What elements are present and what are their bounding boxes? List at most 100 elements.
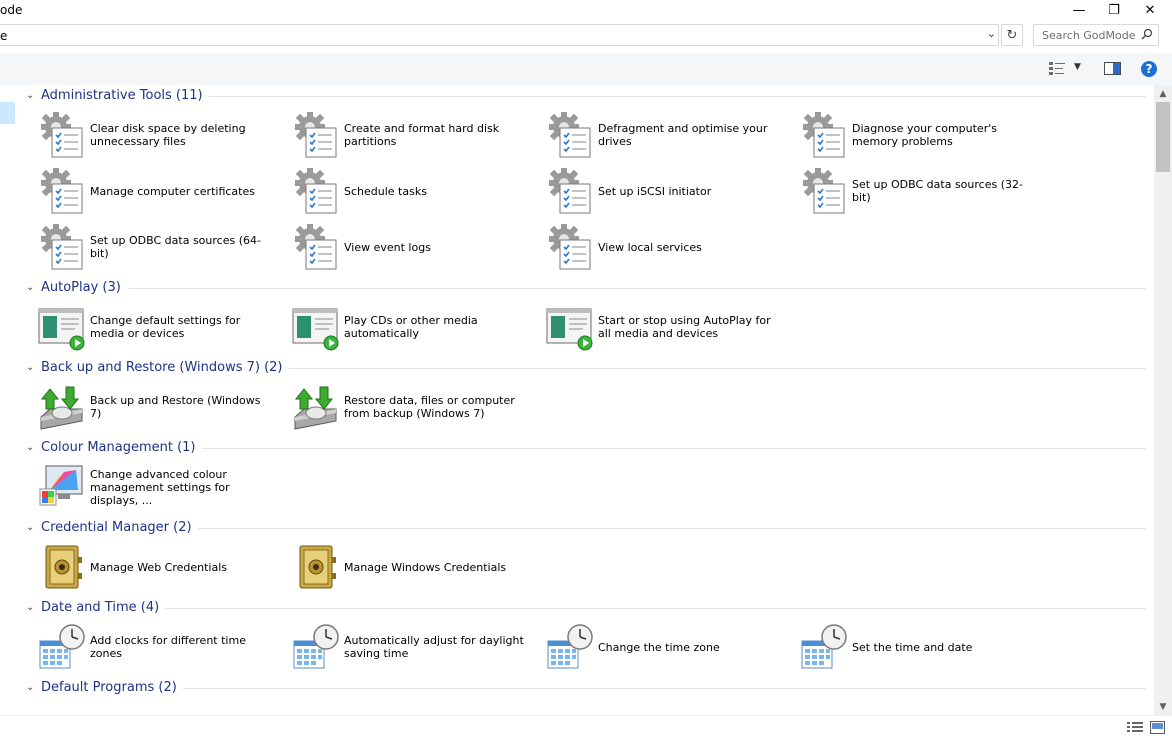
chevron-down-icon[interactable]: ⌄ (26, 522, 34, 533)
autoplay-icon (546, 303, 594, 351)
scroll-thumb[interactable] (1156, 102, 1170, 172)
group-header[interactable]: ⌄ Date and Time (4) (18, 597, 1154, 619)
search-box[interactable]: Search GodMode (1033, 24, 1159, 46)
nav-selected-item[interactable] (0, 102, 15, 124)
chevron-down-icon[interactable]: ⌄ (26, 362, 34, 373)
item-row: Change default settings for media or dev… (18, 299, 1154, 355)
restore-button[interactable]: ❐ (1096, 0, 1132, 20)
control-panel-item[interactable]: Schedule tasks (272, 163, 526, 219)
navigation-pane[interactable] (0, 85, 18, 715)
group-header[interactable]: ⌄ Default Programs (2) (18, 677, 1154, 699)
group-divider (41, 528, 1146, 529)
control-panel-item[interactable]: Restore data, files or computer from bac… (272, 379, 526, 435)
group-title: Administrative Tools (11) (41, 88, 209, 103)
control-panel-item[interactable]: Automatically adjust for daylight saving… (272, 619, 526, 675)
item-label: Defragment and optimise your drives (598, 122, 768, 148)
minimize-icon: — (1072, 2, 1086, 18)
item-label: View local services (598, 240, 702, 254)
chevron-down-icon[interactable]: ⌄ (26, 682, 34, 693)
control-panel-item[interactable]: Set up ODBC data sources (32-bit) (780, 163, 1034, 219)
scroll-down-icon[interactable]: ▼ (1154, 698, 1172, 715)
item-label: Automatically adjust for daylight saving… (344, 634, 524, 660)
group-colour: ⌄ Colour Management (1) Change advanced co… (18, 437, 1154, 517)
search-icon (1141, 28, 1153, 43)
group-divider (41, 288, 1146, 289)
control-panel-item[interactable]: View event logs (272, 219, 526, 275)
item-row: Add clocks for different time zones Autom… (18, 619, 1154, 675)
group-header[interactable]: ⌄ Administrative Tools (11) (18, 85, 1154, 107)
group-header[interactable]: ⌄ AutoPlay (3) (18, 277, 1154, 299)
control-panel-item[interactable]: Set the time and date (780, 619, 1034, 675)
control-panel-item[interactable]: Start or stop using AutoPlay for all med… (526, 299, 780, 355)
group-autoplay: ⌄ AutoPlay (3) Change default settings for… (18, 277, 1154, 357)
view-dropdown-icon[interactable]: ▼ (1074, 62, 1081, 72)
group-admin-tools: ⌄ Administrative Tools (11) Clear disk spa… (18, 85, 1154, 277)
admin-tools-icon (38, 167, 86, 215)
item-label: Set the time and date (852, 640, 973, 654)
item-label: Add clocks for different time zones (90, 634, 246, 660)
group-title: Credential Manager (2) (41, 520, 198, 535)
group-header[interactable]: ⌄ Back up and Restore (Windows 7) (2) (18, 357, 1154, 379)
help-icon[interactable]: ? (1141, 61, 1157, 77)
group-default-programs: ⌄ Default Programs (2) (18, 677, 1154, 699)
large-icons-view-icon[interactable] (1150, 721, 1165, 737)
admin-tools-icon (292, 167, 340, 215)
control-panel-item[interactable]: Play CDs or other media automatically (272, 299, 526, 355)
admin-tools-icon (38, 223, 86, 271)
item-row: Manage computer certificates Schedule tas… (18, 163, 1154, 219)
backup-icon (38, 383, 86, 431)
control-panel-item[interactable]: Add clocks for different time zones (18, 619, 272, 675)
group-credential: ⌄ Credential Manager (2) Manage Web Creden… (18, 517, 1154, 597)
search-input[interactable]: Search GodMode (1042, 29, 1136, 42)
control-panel-item[interactable]: Defragment and optimise your drives (526, 107, 780, 163)
group-header[interactable]: ⌄ Colour Management (1) (18, 437, 1154, 459)
control-panel-item[interactable]: Change advanced colour management settin… (18, 459, 272, 515)
control-panel-item[interactable]: View local services (526, 219, 780, 275)
credential-icon (292, 543, 340, 591)
preview-pane-icon[interactable] (1104, 62, 1121, 78)
group-divider (41, 448, 1146, 449)
control-panel-item[interactable]: Change the time zone (526, 619, 780, 675)
group-title: AutoPlay (3) (41, 280, 127, 295)
chevron-down-icon[interactable]: ⌄ (987, 27, 996, 40)
minimize-button[interactable]: — (1061, 0, 1097, 20)
clock-icon (546, 623, 594, 671)
control-panel-item[interactable]: Manage computer certificates (18, 163, 272, 219)
group-header[interactable]: ⌄ Credential Manager (2) (18, 517, 1154, 539)
autoplay-icon (292, 303, 340, 351)
chevron-down-icon[interactable]: ⌄ (26, 90, 34, 101)
admin-tools-icon (546, 167, 594, 215)
details-view-icon[interactable] (1127, 721, 1143, 737)
item-label: Change the time zone (598, 640, 720, 654)
control-panel-item[interactable]: Create and format hard disk partitions (272, 107, 526, 163)
chevron-down-icon[interactable]: ⌄ (26, 442, 34, 453)
chevron-down-icon[interactable]: ⌄ (26, 602, 34, 613)
control-panel-item[interactable]: Change default settings for media or dev… (18, 299, 272, 355)
item-row: Clear disk space by deleting unnecessary… (18, 107, 1154, 163)
chevron-down-icon[interactable]: ⌄ (26, 282, 34, 293)
control-panel-item[interactable]: Manage Windows Credentials (272, 539, 526, 595)
scroll-up-icon[interactable]: ▲ (1154, 85, 1172, 102)
change-view-icon[interactable] (1049, 61, 1065, 78)
close-button[interactable]: ✕ (1132, 0, 1168, 20)
admin-tools-icon (546, 223, 594, 271)
vertical-scrollbar[interactable]: ▲ ▼ (1154, 85, 1172, 715)
control-panel-item[interactable]: Back up and Restore (Windows 7) (18, 379, 272, 435)
item-label: Play CDs or other media automatically (344, 314, 478, 340)
control-panel-item[interactable]: Set up ODBC data sources (64-bit) (18, 219, 272, 275)
status-bar (0, 715, 1172, 741)
control-panel-item[interactable]: Clear disk space by deleting unnecessary… (18, 107, 272, 163)
control-panel-item[interactable]: Set up iSCSI initiator (526, 163, 780, 219)
control-panel-item[interactable]: Diagnose your computer's memory problems (780, 107, 1034, 163)
address-path: e (0, 29, 8, 43)
control-panel-item[interactable]: Manage Web Credentials (18, 539, 272, 595)
item-label: Manage Windows Credentials (344, 560, 507, 574)
item-label: Start or stop using AutoPlay for all med… (598, 314, 771, 340)
item-label: Change advanced colour management settin… (90, 467, 230, 507)
refresh-button[interactable]: ↻ (1001, 24, 1023, 46)
item-label: Create and format hard disk partitions (344, 122, 500, 148)
item-label: Schedule tasks (344, 184, 427, 198)
admin-tools-icon (292, 223, 340, 271)
address-bar[interactable]: e ⌄ (0, 24, 999, 46)
admin-tools-icon (38, 111, 86, 159)
